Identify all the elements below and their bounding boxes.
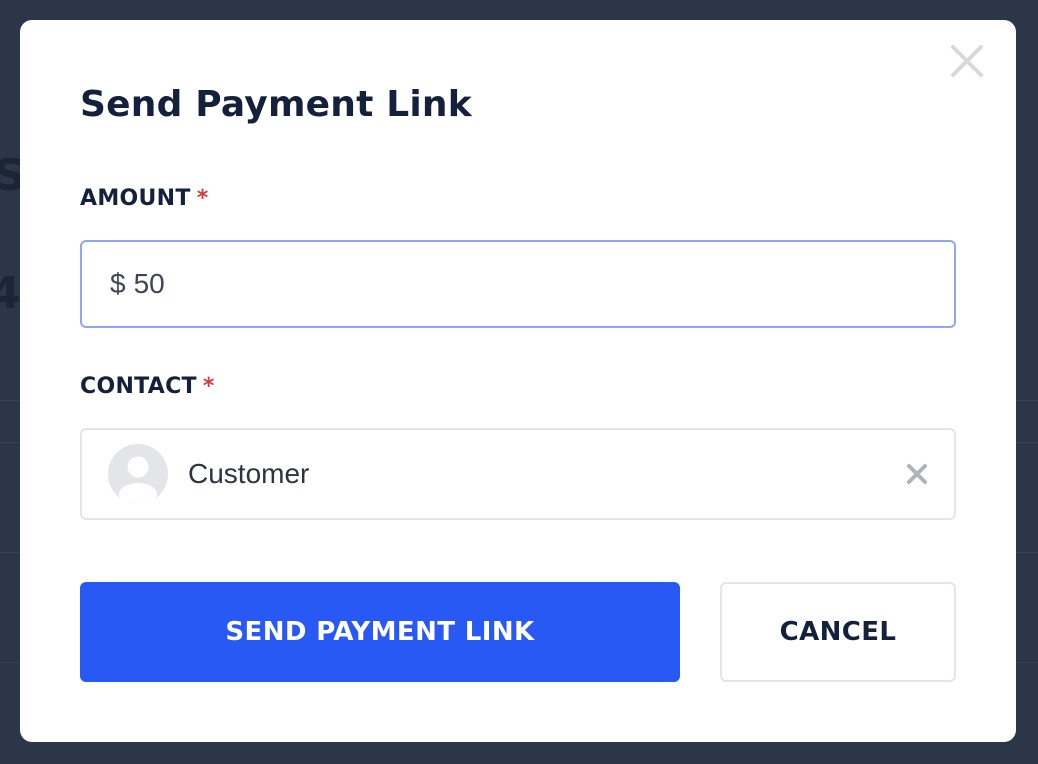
background-number-fragment: 4	[0, 268, 21, 319]
amount-label: AMOUNT *	[80, 186, 209, 211]
send-payment-link-modal: Send Payment Link AMOUNT * $ 50 CONTACT * …	[20, 20, 1016, 742]
cancel-button[interactable]: CANCEL	[720, 582, 956, 682]
contact-label-text: CONTACT	[80, 374, 197, 399]
currency-symbol: $	[110, 268, 126, 299]
contact-label: CONTACT *	[80, 374, 215, 399]
contact-select[interactable]: Customer	[80, 428, 956, 520]
user-placeholder-icon	[108, 444, 168, 504]
required-marker: *	[202, 374, 215, 399]
clear-contact-icon[interactable]	[906, 463, 928, 485]
close-icon[interactable]	[950, 44, 984, 78]
amount-label-text: AMOUNT	[80, 186, 191, 211]
required-marker: *	[196, 186, 209, 211]
amount-value: 50	[133, 268, 165, 299]
amount-input[interactable]: $ 50	[80, 240, 956, 328]
modal-title: Send Payment Link	[80, 84, 472, 125]
send-payment-link-button[interactable]: SEND PAYMENT LINK	[80, 582, 680, 682]
contact-name: Customer	[188, 458, 310, 489]
